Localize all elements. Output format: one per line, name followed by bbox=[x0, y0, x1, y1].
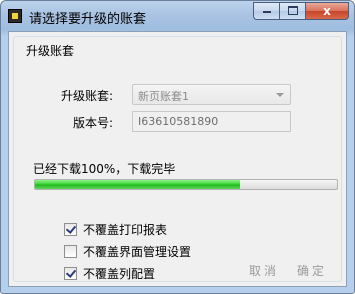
progress-fill bbox=[35, 180, 241, 189]
option-column-config-label: 不覆盖列配置 bbox=[83, 266, 156, 281]
version-field-value: I63610581890 bbox=[138, 115, 219, 128]
account-select-value: 新页账套1 bbox=[138, 90, 189, 103]
option-column-config-checkbox[interactable] bbox=[64, 266, 77, 280]
dialog-body: 升级账套 升级账套: 新页账套1 版本号: I63610581890 已经下载1… bbox=[8, 31, 347, 287]
option-print-reports-label: 不覆盖打印报表 bbox=[83, 222, 168, 237]
close-icon: x bbox=[323, 4, 331, 18]
account-select[interactable]: 新页账套1 bbox=[132, 84, 291, 105]
upgrade-account-group: 升级账套 升级账套: 新页账套1 版本号: I63610581890 已经下载1… bbox=[13, 36, 342, 282]
cancel-button[interactable]: 取消 bbox=[249, 262, 279, 279]
minimize-button[interactable] bbox=[253, 2, 279, 20]
ok-button[interactable]: 确定 bbox=[297, 262, 327, 279]
window-controls: x bbox=[253, 2, 349, 20]
version-field[interactable]: I63610581890 bbox=[132, 111, 291, 132]
download-status: 已经下载100%，下载完毕 bbox=[33, 162, 176, 176]
maximize-button[interactable] bbox=[279, 2, 305, 20]
minimize-icon bbox=[262, 11, 271, 13]
option-ui-settings-label: 不覆盖界面管理设置 bbox=[83, 244, 192, 259]
option-print-reports-checkbox[interactable] bbox=[64, 222, 77, 236]
group-title: 升级账套 bbox=[24, 42, 77, 59]
maximize-icon bbox=[287, 5, 298, 15]
dialog-window: 请选择要升级的账套 x 升级账套 升级账套: 新页账套1 版本号: I63610… bbox=[0, 0, 355, 294]
option-ui-settings-checkbox[interactable] bbox=[64, 244, 77, 258]
app-icon bbox=[8, 9, 22, 23]
option-print-reports[interactable]: 不覆盖打印报表 bbox=[64, 221, 167, 237]
option-column-config[interactable]: 不覆盖列配置 bbox=[64, 265, 155, 281]
title-bar[interactable]: 请选择要升级的账套 x bbox=[1, 1, 354, 31]
download-progress-bar bbox=[34, 179, 338, 190]
chevron-down-icon bbox=[276, 93, 284, 97]
close-button[interactable]: x bbox=[305, 2, 349, 20]
version-label: 版本号: bbox=[73, 116, 114, 130]
option-ui-settings[interactable]: 不覆盖界面管理设置 bbox=[64, 243, 191, 259]
window-title: 请选择要升级的账套 bbox=[29, 12, 147, 27]
account-label: 升级账套: bbox=[61, 89, 114, 103]
